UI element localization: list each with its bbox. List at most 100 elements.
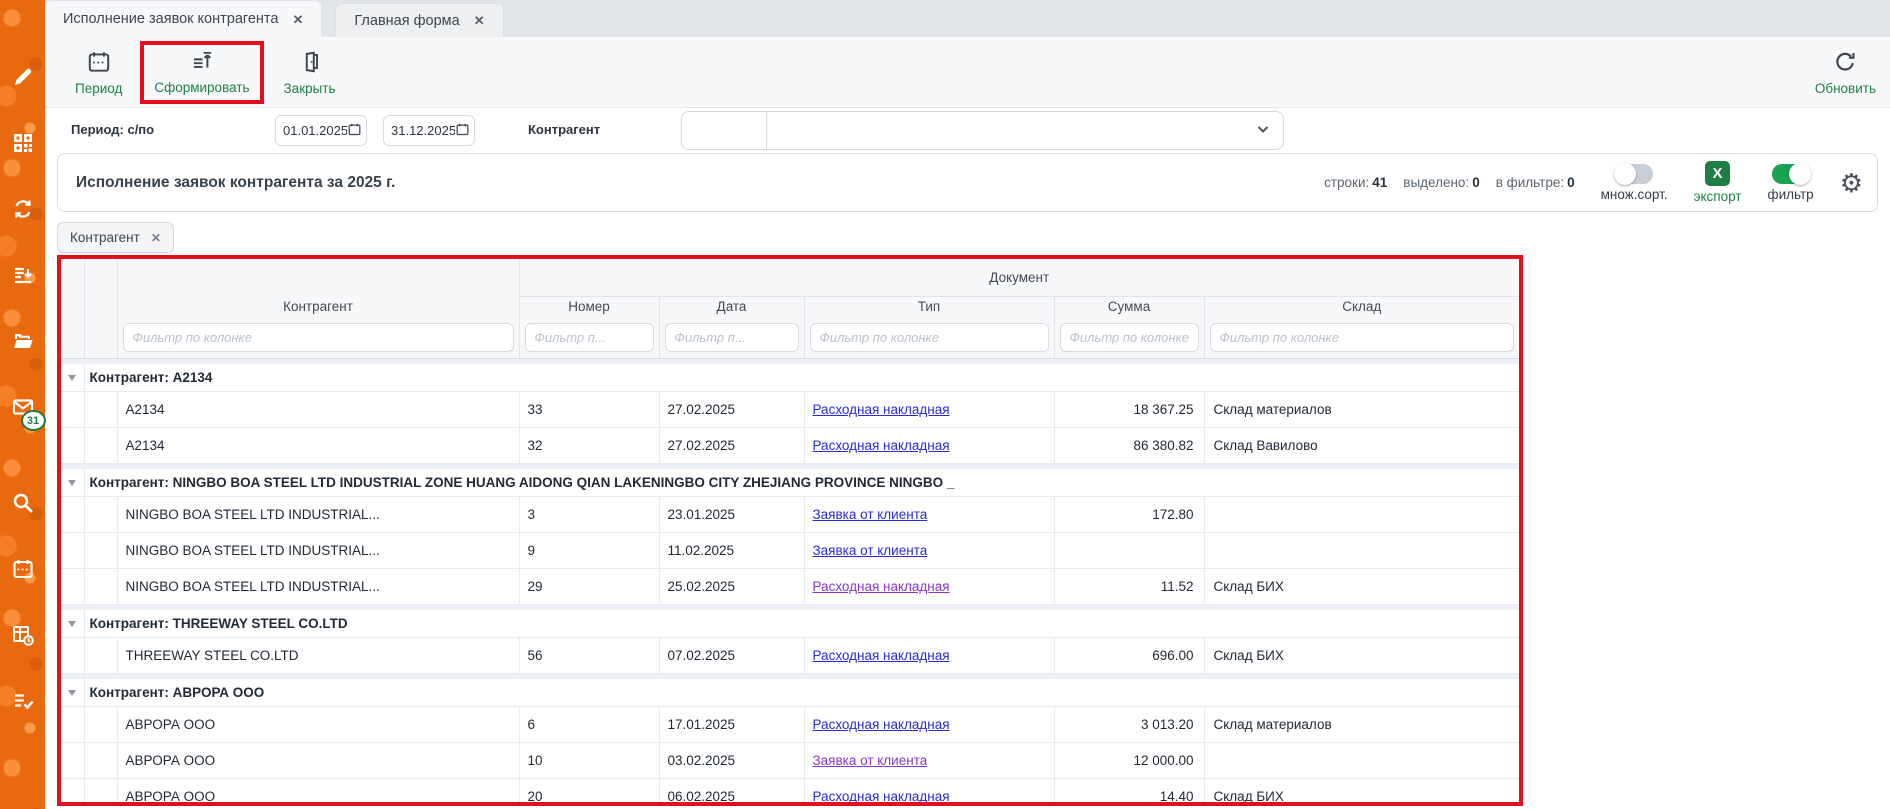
cell-date: 03.02.2025 (659, 742, 804, 778)
group-row[interactable]: Контрагент: АВРОРА ООО (61, 679, 1519, 706)
sidebar-item-table-clock[interactable] (9, 622, 37, 648)
column-header-number[interactable]: Номер (519, 296, 659, 317)
calendar-icon[interactable] (455, 122, 470, 140)
cell-date: 25.02.2025 (659, 568, 804, 604)
sidebar-item-checklist[interactable] (9, 688, 37, 714)
sidebar-item-folder-open[interactable] (9, 328, 37, 354)
sidebar-item-report-download[interactable] (9, 262, 37, 288)
column-filter-date[interactable] (665, 323, 799, 352)
column-filter-amount[interactable] (1060, 323, 1199, 352)
table-row[interactable]: NINGBO BOA STEEL LTD INDUSTRIAL...2925.0… (61, 568, 1519, 604)
date-from-input[interactable] (283, 123, 347, 138)
close-form-button[interactable]: Закрыть (284, 49, 336, 96)
counterparty-group-chip[interactable]: Контрагент ✕ (57, 222, 174, 253)
group-expander-cell[interactable] (61, 364, 84, 391)
search-icon (11, 491, 35, 515)
tab-main-form[interactable]: Главная форма ✕ (335, 3, 503, 37)
toggle-knob (1789, 163, 1811, 185)
cell-type: Расходная накладная (804, 706, 1054, 742)
filter-toggle[interactable] (1772, 164, 1810, 184)
group-row[interactable]: Контрагент: A2134 (61, 364, 1519, 391)
doc-type-link[interactable]: Расходная накладная (813, 648, 950, 663)
doc-type-link[interactable]: Расходная накладная (813, 789, 950, 804)
calendar-icon[interactable] (347, 122, 362, 140)
counterparty-code-input[interactable] (688, 122, 762, 139)
table-row[interactable]: A21343227.02.2025Расходная накладная86 3… (61, 427, 1519, 463)
sidebar-item-sync[interactable] (9, 196, 37, 222)
group-row[interactable]: Контрагент: THREEWAY STEEL CO.LTD (61, 610, 1519, 637)
cell-amount: 172.80 (1054, 496, 1204, 532)
close-icon[interactable]: ✕ (151, 231, 161, 245)
cell-number: 33 (519, 391, 659, 427)
column-filter-type[interactable] (810, 323, 1049, 352)
doc-type-link[interactable]: Расходная накладная (813, 579, 950, 594)
sidebar-item-search[interactable] (9, 490, 37, 516)
group-expander-cell[interactable] (61, 679, 84, 706)
multisort-control[interactable]: множ.сорт. (1601, 164, 1668, 202)
column-header-amount[interactable]: Сумма (1054, 296, 1204, 317)
group-expander-cell[interactable] (61, 610, 84, 637)
counterparty-select[interactable] (767, 112, 1283, 149)
close-icon[interactable]: ✕ (474, 14, 485, 27)
close-icon[interactable]: ✕ (292, 13, 303, 26)
excel-export-icon[interactable]: X (1705, 161, 1730, 186)
table-row[interactable]: АВРОРА ООО1003.02.2025Заявка от клиента1… (61, 742, 1519, 778)
table-row[interactable]: NINGBO BOA STEEL LTD INDUSTRIAL...323.01… (61, 496, 1519, 532)
counterparty-code-field[interactable] (682, 112, 767, 149)
column-header-counterparty[interactable]: Контрагент (117, 296, 519, 317)
table-row[interactable]: A21343327.02.2025Расходная накладная18 3… (61, 391, 1519, 427)
generate-button[interactable]: Сформировать (154, 48, 249, 95)
calendar-icon (86, 49, 112, 78)
refresh-icon (1832, 49, 1858, 78)
collapse-triangle-icon[interactable] (68, 375, 76, 381)
date-to-input[interactable] (391, 123, 455, 138)
doc-type-link[interactable]: Расходная накладная (813, 438, 950, 453)
column-header-type[interactable]: Тип (804, 296, 1054, 317)
table-row[interactable]: АВРОРА ООО2006.02.2025Расходная накладна… (61, 778, 1519, 806)
multisort-toggle[interactable] (1615, 164, 1653, 184)
cell-date: 07.02.2025 (659, 637, 804, 673)
collapse-triangle-icon[interactable] (68, 690, 76, 696)
doc-type-link[interactable]: Заявка от клиента (813, 543, 928, 558)
counterparty-combobox[interactable] (681, 111, 1284, 150)
cell-amount: 18 367.25 (1054, 391, 1204, 427)
table-row[interactable]: NINGBO BOA STEEL LTD INDUSTRIAL...911.02… (61, 532, 1519, 568)
cell-date: 06.02.2025 (659, 778, 804, 806)
column-filter-counterparty[interactable] (123, 323, 514, 352)
gear-icon[interactable]: ⚙ (1840, 170, 1863, 196)
collapse-triangle-icon[interactable] (68, 480, 76, 486)
chevron-down-icon[interactable] (1255, 121, 1271, 140)
column-filter-warehouse[interactable] (1210, 323, 1515, 352)
collapse-triangle-icon[interactable] (68, 621, 76, 627)
group-row[interactable]: Контрагент: NINGBO BOA STEEL LTD INDUSTR… (61, 469, 1519, 496)
filter-control[interactable]: фильтр (1767, 164, 1813, 202)
column-filter-number[interactable] (525, 323, 654, 352)
group-expander-cell[interactable] (61, 469, 84, 496)
doc-type-link[interactable]: Заявка от клиента (813, 753, 928, 768)
cell-counterparty: NINGBO BOA STEEL LTD INDUSTRIAL... (117, 568, 519, 604)
column-header-date[interactable]: Дата (659, 296, 804, 317)
header-expander (61, 259, 84, 296)
cell-number: 10 (519, 742, 659, 778)
doc-type-link[interactable]: Расходная накладная (813, 717, 950, 732)
cell-warehouse: Склад БИХ (1204, 637, 1519, 673)
sync-icon (11, 197, 35, 221)
sidebar-item-mail[interactable]: 31 (9, 394, 37, 420)
row-blank-cell (84, 427, 117, 463)
table-body: Контрагент: A2134A21343327.02.2025Расход… (61, 358, 1519, 806)
cell-amount: 14.40 (1054, 778, 1204, 806)
table-row[interactable]: АВРОРА ООО617.01.2025Расходная накладная… (61, 706, 1519, 742)
export-control[interactable]: X экспорт (1694, 161, 1742, 204)
sidebar-item-qr-code[interactable] (9, 130, 37, 156)
refresh-button[interactable]: Обновить (1815, 49, 1876, 96)
date-from-field[interactable] (275, 115, 367, 146)
date-to-field[interactable] (383, 115, 475, 146)
doc-type-link[interactable]: Расходная накладная (813, 402, 950, 417)
sidebar-item-pencil[interactable] (9, 64, 37, 90)
period-button[interactable]: Период (75, 49, 122, 96)
table-row[interactable]: THREEWAY STEEL CO.LTD5607.02.2025Расходн… (61, 637, 1519, 673)
tab-execution-report[interactable]: Исполнение заявок контрагента ✕ (45, 1, 321, 37)
column-header-warehouse[interactable]: Склад (1204, 296, 1519, 317)
doc-type-link[interactable]: Заявка от клиента (813, 507, 928, 522)
sidebar-item-calendar[interactable] (9, 556, 37, 582)
